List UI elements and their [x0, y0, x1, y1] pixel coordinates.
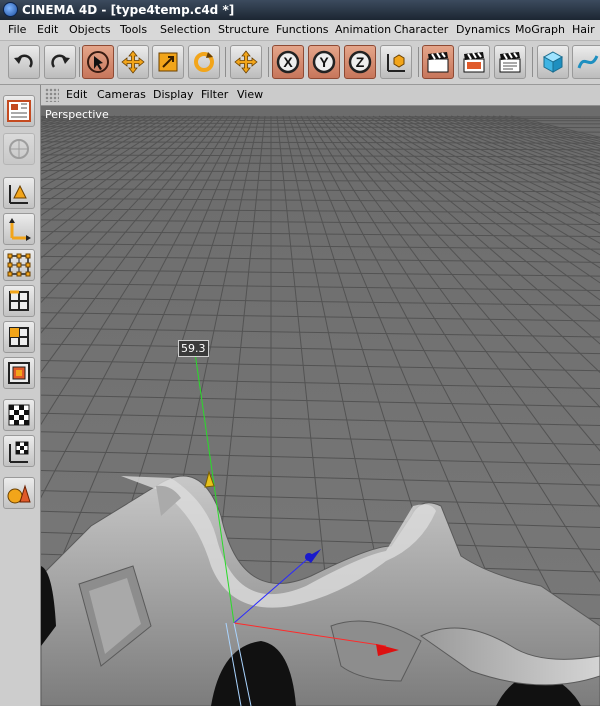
move-icon: [234, 50, 258, 74]
cinema4d-logo-icon: [3, 2, 18, 17]
rotate-icon: [194, 52, 214, 72]
menu-objects[interactable]: Objects: [69, 23, 111, 36]
menu-character[interactable]: Character: [394, 23, 448, 36]
texture-axis-button[interactable]: [3, 399, 35, 431]
live-selection-icon: [87, 51, 109, 73]
menu-file[interactable]: File: [8, 23, 26, 36]
model-mode-icon: [7, 100, 31, 122]
axis-mode-icon: [9, 218, 31, 241]
menu-bar: File Edit Objects Tools Selection Struct…: [0, 20, 600, 41]
viewport-menu-edit[interactable]: Edit: [66, 88, 87, 101]
y-axis-icon: Y: [312, 50, 336, 74]
viewport-camera-label: Perspective: [45, 108, 109, 121]
menu-mograph[interactable]: MoGraph: [515, 23, 565, 36]
menu-edit[interactable]: Edit: [37, 23, 58, 36]
use-edges-mode-button[interactable]: [3, 285, 35, 317]
clapper-icon: [499, 52, 521, 73]
clapper-icon: [427, 52, 449, 73]
object-tool-icon: [9, 139, 29, 159]
main-toolbar: X Y Z: [0, 41, 600, 85]
mode-toolbar: [0, 85, 41, 706]
menu-structure[interactable]: Structure: [218, 23, 269, 36]
edges-mode-icon: [9, 290, 29, 311]
live-selection-button[interactable]: [82, 45, 114, 79]
use-object-mode-button[interactable]: [3, 133, 35, 165]
redo-icon: [51, 54, 70, 68]
paint-mode-button[interactable]: [3, 477, 35, 509]
window-title: CINEMA 4D - [type4temp.c4d *]: [22, 3, 235, 17]
scale-button[interactable]: [152, 45, 184, 79]
animation-mode-button[interactable]: [3, 435, 35, 467]
object-axis-icon: [9, 184, 28, 204]
viewport-scene: [41, 106, 600, 706]
viewport-menu-view[interactable]: View: [237, 88, 263, 101]
menu-selection[interactable]: Selection: [160, 23, 211, 36]
x-axis-lock-button[interactable]: X: [272, 45, 304, 79]
use-model-mode-button[interactable]: [3, 95, 35, 127]
viewport-menu-bar: Edit Cameras Display Filter View: [41, 85, 600, 106]
menu-functions[interactable]: Functions: [276, 23, 329, 36]
menu-dynamics[interactable]: Dynamics: [456, 23, 510, 36]
viewport-menu-cameras[interactable]: Cameras: [97, 88, 146, 101]
menu-hair[interactable]: Hair: [572, 23, 595, 36]
world-coordinate-icon: [387, 54, 405, 72]
sculpt-primitives-icon: [7, 484, 31, 504]
use-points-mode-button[interactable]: [3, 249, 35, 281]
texture-axis-icon: [8, 404, 30, 426]
uv-grid-icon: [9, 441, 29, 463]
use-polygons-mode-button[interactable]: [3, 321, 35, 353]
spline-button[interactable]: [572, 45, 600, 79]
rotate-button[interactable]: [188, 45, 220, 79]
move-icon: [121, 50, 145, 74]
undo-icon: [14, 54, 33, 68]
z-axis-lock-button[interactable]: Z: [344, 45, 376, 79]
clapper-icon: [463, 52, 485, 73]
render-picture-viewer-button[interactable]: [458, 45, 490, 79]
viewport-menu-filter[interactable]: Filter: [201, 88, 228, 101]
scale-icon: [158, 52, 178, 72]
use-texture-mode-button[interactable]: [3, 357, 35, 389]
render-settings-button[interactable]: [494, 45, 526, 79]
svg-text:X: X: [283, 54, 293, 70]
texture-mode-icon: [8, 362, 30, 384]
menu-tools[interactable]: Tools: [120, 23, 147, 36]
recent-tool-button[interactable]: [230, 45, 262, 79]
points-mode-icon: [7, 253, 31, 277]
cube-icon: [542, 51, 564, 73]
move-button[interactable]: [117, 45, 149, 79]
undo-button[interactable]: [8, 45, 40, 79]
spline-pen-icon: [577, 55, 599, 69]
axis-length-readout: 59.3: [178, 340, 209, 357]
viewport-menu-display[interactable]: Display: [153, 88, 194, 101]
coordinate-system-button[interactable]: [380, 45, 412, 79]
redo-button[interactable]: [44, 45, 76, 79]
svg-text:Y: Y: [319, 54, 329, 70]
use-object-axis-button[interactable]: [3, 177, 35, 209]
use-axis-mode-button[interactable]: [3, 213, 35, 245]
render-view-button[interactable]: [422, 45, 454, 79]
perspective-viewport[interactable]: Perspective 59.3: [41, 106, 600, 706]
x-axis-icon: X: [276, 50, 300, 74]
panel-grip-icon[interactable]: [45, 88, 59, 102]
y-axis-lock-button[interactable]: Y: [308, 45, 340, 79]
svg-text:Z: Z: [356, 54, 365, 70]
cube-primitive-button[interactable]: [537, 45, 569, 79]
menu-animation[interactable]: Animation: [335, 23, 391, 36]
polygons-mode-icon: [9, 327, 29, 347]
title-bar: CINEMA 4D - [type4temp.c4d *]: [0, 0, 600, 20]
z-axis-icon: Z: [348, 50, 372, 74]
